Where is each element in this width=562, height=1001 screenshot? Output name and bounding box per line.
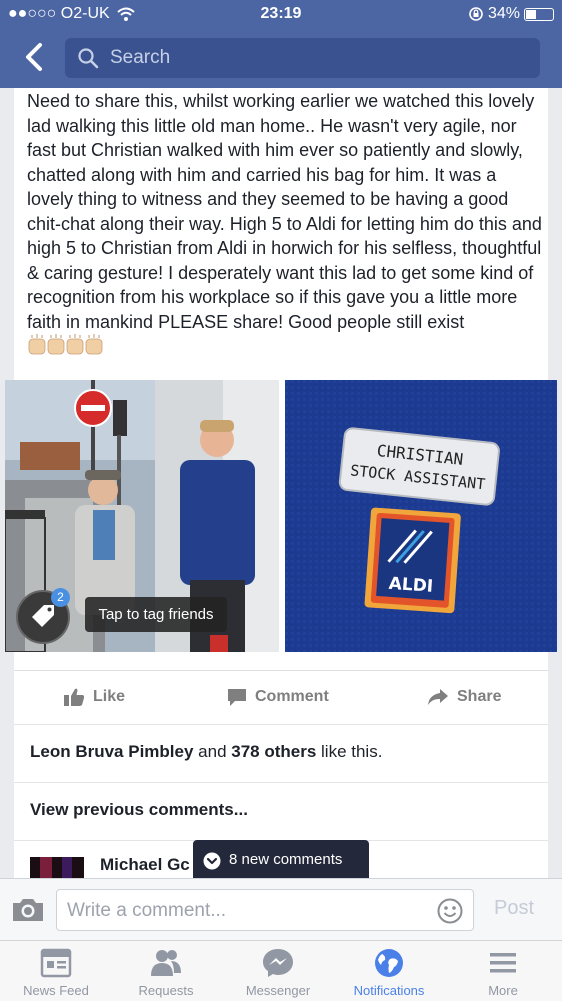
comment-icon: [228, 689, 246, 706]
liker-name[interactable]: Leon Bruva Pimbley: [30, 742, 193, 761]
comment-author[interactable]: Michael Gc: [100, 855, 190, 875]
likes-summary[interactable]: Leon Bruva Pimbley and 378 others like t…: [30, 742, 382, 762]
battery-status: 34%: [468, 5, 554, 23]
tab-news-feed[interactable]: News Feed: [0, 941, 112, 1001]
search-placeholder: Search: [110, 47, 171, 68]
camera-icon[interactable]: [10, 896, 46, 924]
share-button[interactable]: Share: [427, 671, 501, 723]
comment-label: Comment: [255, 688, 329, 705]
tab-bar: News Feed Requests Messenger Notificatio…: [0, 940, 562, 1001]
tab-label: More: [488, 983, 518, 998]
chevron-down-icon: [203, 852, 221, 870]
menu-icon: [490, 953, 516, 973]
post-body: Need to share this, whilst working earli…: [27, 91, 542, 332]
tab-label: Requests: [138, 983, 194, 998]
rotation-lock-icon: [469, 7, 483, 21]
aldi-logo: ALDI: [388, 574, 434, 597]
nav-bar: Search: [0, 28, 562, 88]
name-badge-photo: CHRISTIAN STOCK ASSISTANT ALDI: [285, 380, 557, 652]
search-icon: [78, 48, 99, 69]
comment-button[interactable]: Comment: [227, 671, 329, 723]
emoji-icon[interactable]: [437, 898, 463, 924]
comment-composer: Write a comment... Post: [0, 878, 562, 941]
photo-right[interactable]: CHRISTIAN STOCK ASSISTANT ALDI: [285, 380, 557, 652]
tag-count-badge: 2: [51, 588, 70, 607]
comment-placeholder: Write a comment...: [67, 900, 227, 921]
tab-label: News Feed: [23, 983, 89, 998]
share-label: Share: [457, 688, 502, 705]
comment-input[interactable]: Write a comment...: [56, 889, 474, 931]
battery-percent: 34%: [487, 5, 520, 22]
friends-icon: [151, 950, 181, 976]
likes-others[interactable]: 378 others: [231, 742, 316, 761]
thumbs-up-icon: [64, 688, 85, 706]
tab-messenger[interactable]: Messenger: [222, 941, 334, 1001]
globe-icon: [375, 949, 403, 977]
new-comments-button[interactable]: 8 new comments: [193, 840, 369, 880]
divider: [14, 782, 548, 783]
post-text: Need to share this, whilst working earli…: [27, 89, 542, 359]
news-feed-icon: [40, 948, 72, 978]
like-label: Like: [93, 688, 126, 705]
new-comments-label: 8 new comments: [229, 851, 343, 868]
like-button[interactable]: Like: [63, 671, 125, 723]
tab-notifications[interactable]: Notifications: [333, 941, 445, 1001]
share-arrow-icon: [428, 689, 448, 705]
tab-more[interactable]: More: [447, 941, 559, 1001]
likes-connector: and: [193, 742, 232, 761]
raised-hands-emoji-icon: [28, 334, 103, 355]
messenger-icon: [263, 949, 293, 977]
back-arrow-icon[interactable]: [20, 42, 50, 72]
tab-label: Notifications: [353, 983, 425, 998]
post-actions: Like Comment Share: [14, 670, 548, 725]
view-previous-comments-link[interactable]: View previous comments...: [30, 800, 248, 820]
tab-label: Messenger: [245, 983, 311, 998]
status-bar: ●●○○○ O2-UK 23:19 34%: [0, 0, 562, 28]
search-input[interactable]: Search: [65, 38, 540, 78]
divider: [14, 724, 548, 725]
likes-suffix: like this.: [316, 742, 383, 761]
post-button[interactable]: Post: [494, 897, 534, 920]
battery-icon: [524, 7, 554, 21]
tag-friends-tooltip[interactable]: Tap to tag friends: [85, 597, 227, 632]
tab-requests[interactable]: Requests: [110, 941, 222, 1001]
